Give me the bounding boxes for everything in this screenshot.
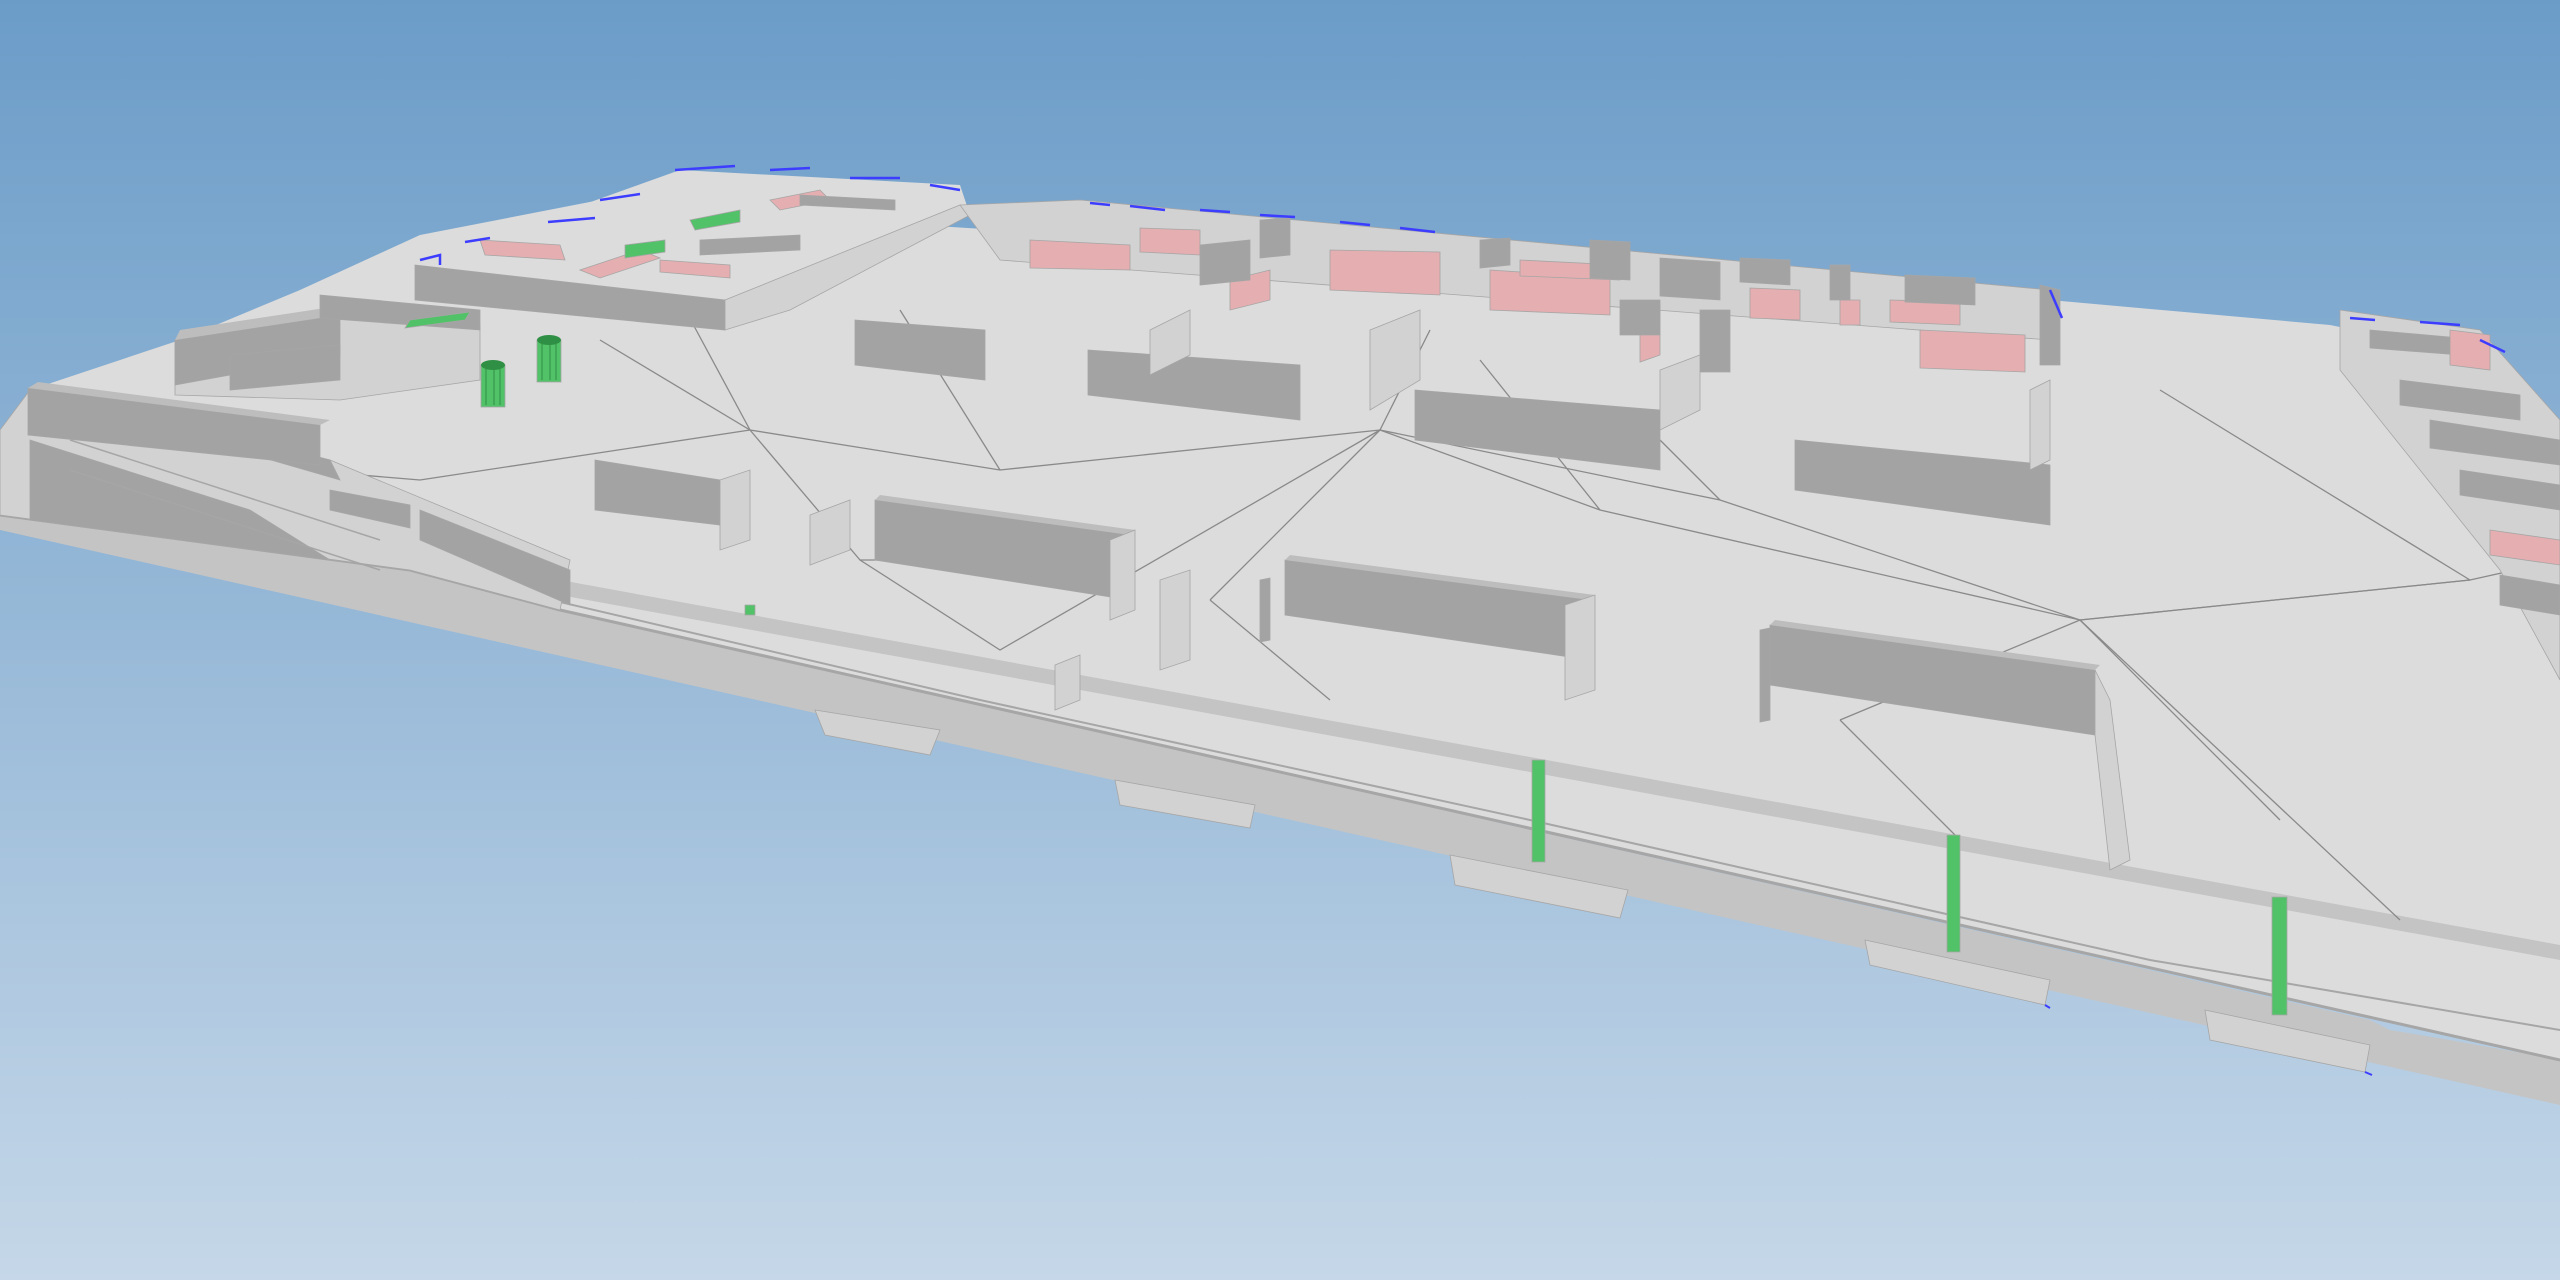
model-geometry-81: [1259, 217, 1291, 259]
model-geometry-107: [719, 469, 751, 551]
pink-wall-11: [1839, 299, 1861, 326]
model-geometry-44: [536, 339, 562, 383]
model-geometry-89: [1619, 299, 1661, 336]
model-geometry-105: [2029, 379, 2051, 471]
model-geometry-84: [1659, 257, 1721, 301]
pink-wall-1: [1029, 239, 1131, 271]
cylinder-column-2: [536, 335, 562, 383]
model-geometry-80: [1199, 239, 1251, 286]
model-geometry-86: [1829, 264, 1851, 301]
model-geometry-82: [1479, 237, 1511, 269]
model-geometry-45: [537, 335, 561, 345]
model-geometry-39: [480, 364, 506, 408]
model-geometry-140: [2449, 329, 2491, 371]
model-geometry-40: [481, 360, 505, 370]
green-post-3: [2271, 896, 2288, 1016]
3d-viewport[interactable]: [0, 0, 2560, 1280]
model-geometry-110: [1109, 529, 1136, 621]
model-geometry-83: [1589, 239, 1631, 281]
green-post-2: [1946, 834, 1961, 953]
model-geometry-87: [1904, 274, 1976, 306]
pink-wall-6: [1749, 287, 1801, 321]
pink-wall-8: [1919, 329, 2026, 373]
model-geometry-120: [1759, 627, 1771, 723]
model-geometry-114: [1564, 594, 1596, 701]
building-model-scene[interactable]: [0, 0, 2560, 1280]
pink-wall-3: [1329, 249, 1441, 296]
cylinder-column-1: [480, 360, 506, 408]
model-geometry-85: [1739, 257, 1791, 286]
green-post-1: [1531, 759, 1546, 863]
pink-wall-2: [1139, 227, 1201, 256]
model-geometry-121: [1054, 654, 1081, 711]
model-geometry-90: [2039, 284, 2061, 366]
model-geometry-88: [1699, 309, 1731, 373]
model-geometry-113: [1159, 569, 1191, 671]
model-geometry-119: [1259, 577, 1271, 643]
green-post-4: [744, 604, 756, 616]
